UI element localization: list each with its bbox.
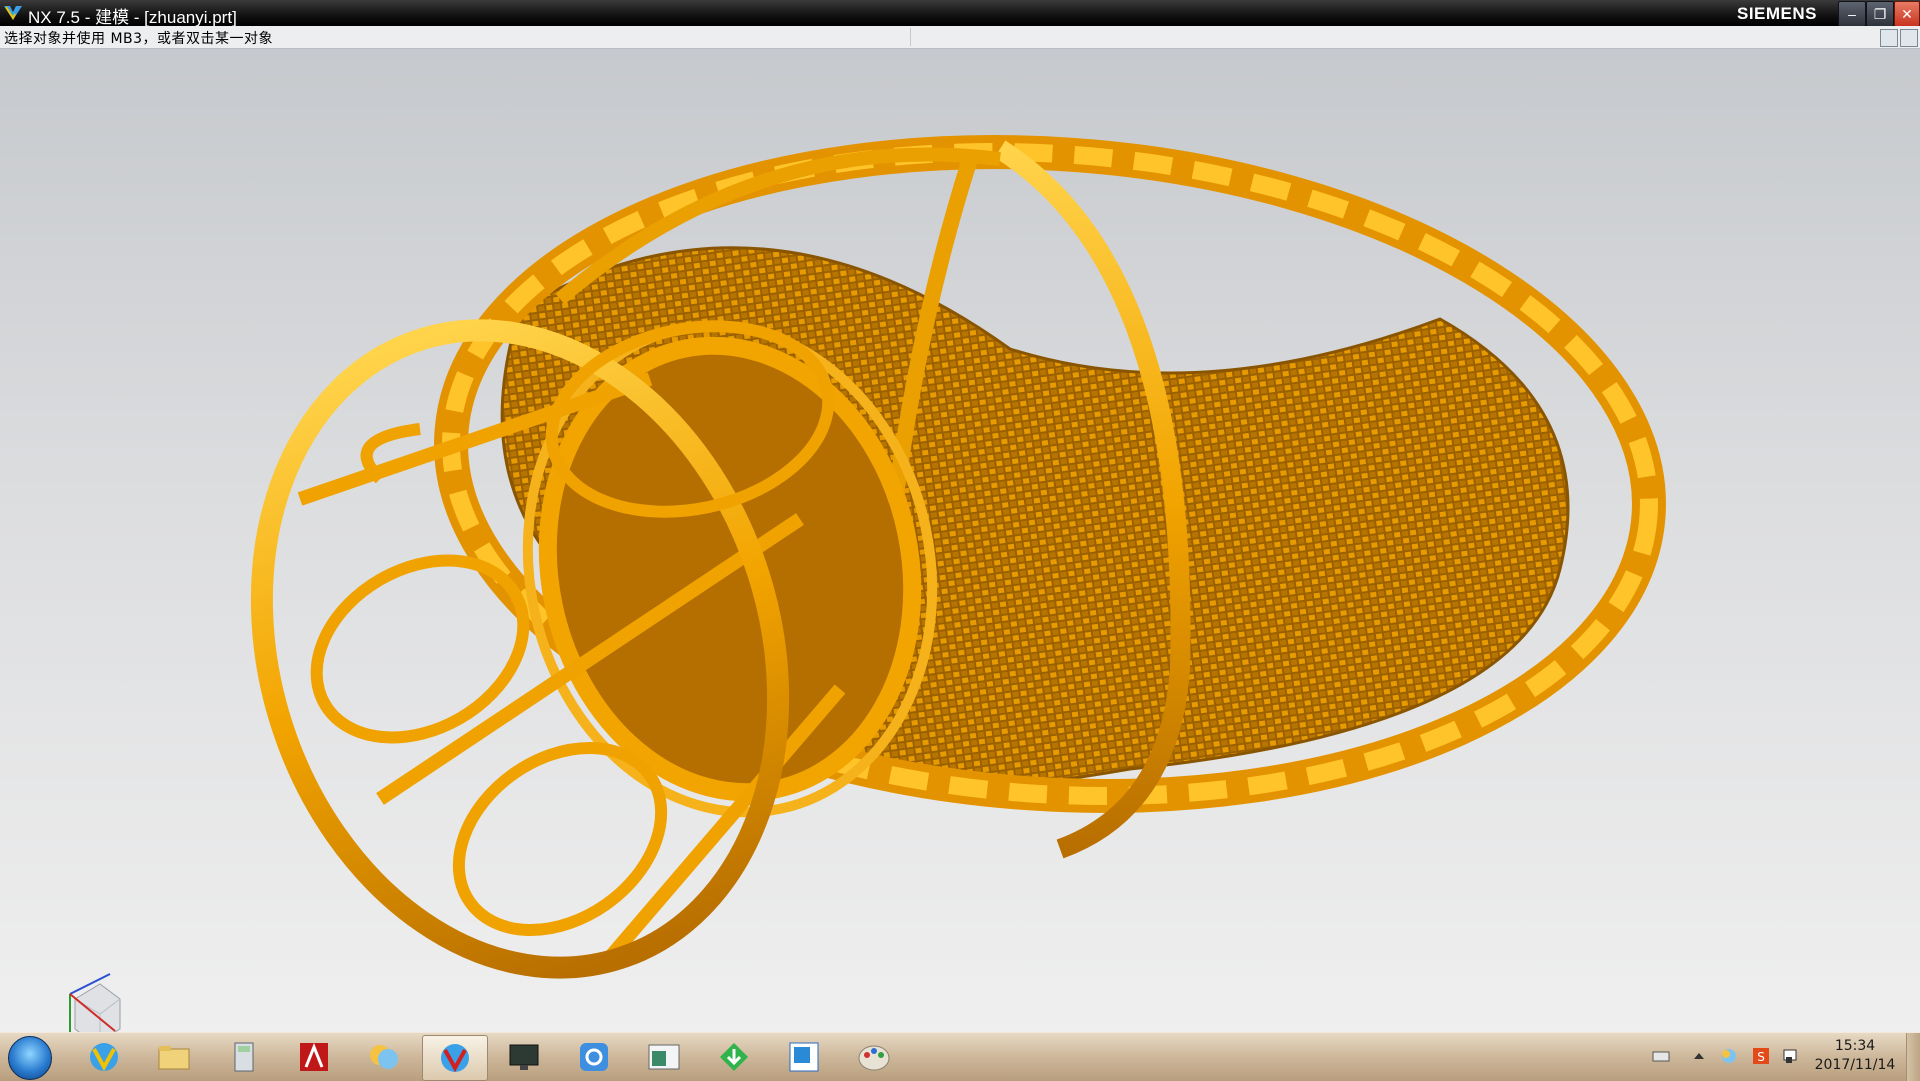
graphics-window[interactable] [0, 49, 1920, 1032]
qq-icon [580, 1043, 608, 1071]
sogou-icon[interactable]: S [1752, 1047, 1770, 1065]
paint-icon [858, 1045, 890, 1071]
windows-start-icon[interactable] [8, 1036, 52, 1080]
clock-date: 2017/11/14 [1814, 1057, 1896, 1073]
nx-icon [90, 1043, 118, 1072]
taskbar-monitor[interactable] [492, 1035, 556, 1079]
system-clock[interactable]: 15:34 2017/11/14 [1800, 1038, 1910, 1073]
messenger-icon [370, 1045, 398, 1069]
download-icon [720, 1043, 748, 1071]
taskbar-nx[interactable] [72, 1035, 136, 1079]
rattan-chair-model[interactable] [0, 49, 1920, 1032]
view-triad-icon[interactable] [60, 969, 130, 1032]
siemens-logo: SIEMENS [1737, 4, 1818, 23]
blue-window-icon [789, 1042, 819, 1072]
taskbar-blue-window[interactable] [772, 1035, 836, 1079]
taskbar-paint[interactable] [842, 1035, 906, 1079]
cue-text: 选择对象并使用 MB3，或者双击某一对象 [4, 31, 274, 47]
taskbar: S 15:34 2017/11/14 [0, 1032, 1920, 1081]
autocad-icon [300, 1042, 328, 1071]
title-bar: NX 7.5 - 建模 - [zhuanyi.prt] SIEMENS – ❐ … [0, 0, 1920, 27]
taskbar-nx-active[interactable] [422, 1035, 488, 1081]
cue-line: 选择对象并使用 MB3，或者双击某一对象 [0, 26, 1920, 49]
taskbar-folder[interactable] [142, 1035, 206, 1079]
taskbar-download[interactable] [702, 1035, 766, 1079]
nx-app-icon[interactable] [3, 4, 23, 22]
network-icon[interactable] [1720, 1047, 1738, 1065]
nx-icon [441, 1044, 469, 1073]
cue-separator [910, 28, 911, 46]
clock-time: 15:34 [1834, 1038, 1876, 1054]
monitor-icon [509, 1044, 539, 1070]
show-desktop-button[interactable] [1906, 1033, 1920, 1081]
restore-button[interactable]: ❐ [1866, 1, 1894, 27]
flag-icon[interactable] [1782, 1047, 1800, 1065]
folder-icon [158, 1046, 190, 1070]
window-app-icon [648, 1044, 680, 1070]
close-button[interactable]: ✕ [1894, 1, 1920, 27]
taskbar-autocad[interactable] [282, 1035, 346, 1079]
taskbar-calculator[interactable] [212, 1035, 276, 1079]
calculator-icon [234, 1042, 254, 1072]
minimize-button[interactable]: – [1838, 1, 1866, 27]
full-screen-icon[interactable] [1900, 29, 1918, 47]
up-arrow-icon[interactable] [1690, 1047, 1708, 1065]
svg-text:S: S [1757, 1050, 1765, 1064]
keyboard-icon[interactable] [1652, 1047, 1670, 1065]
taskbar-messenger[interactable] [352, 1035, 416, 1079]
status-toggle-icon[interactable] [1880, 29, 1898, 47]
taskbar-qq[interactable] [562, 1035, 626, 1079]
window-title: NX 7.5 - 建模 - [zhuanyi.prt] [28, 8, 237, 27]
taskbar-window-app[interactable] [632, 1035, 696, 1079]
